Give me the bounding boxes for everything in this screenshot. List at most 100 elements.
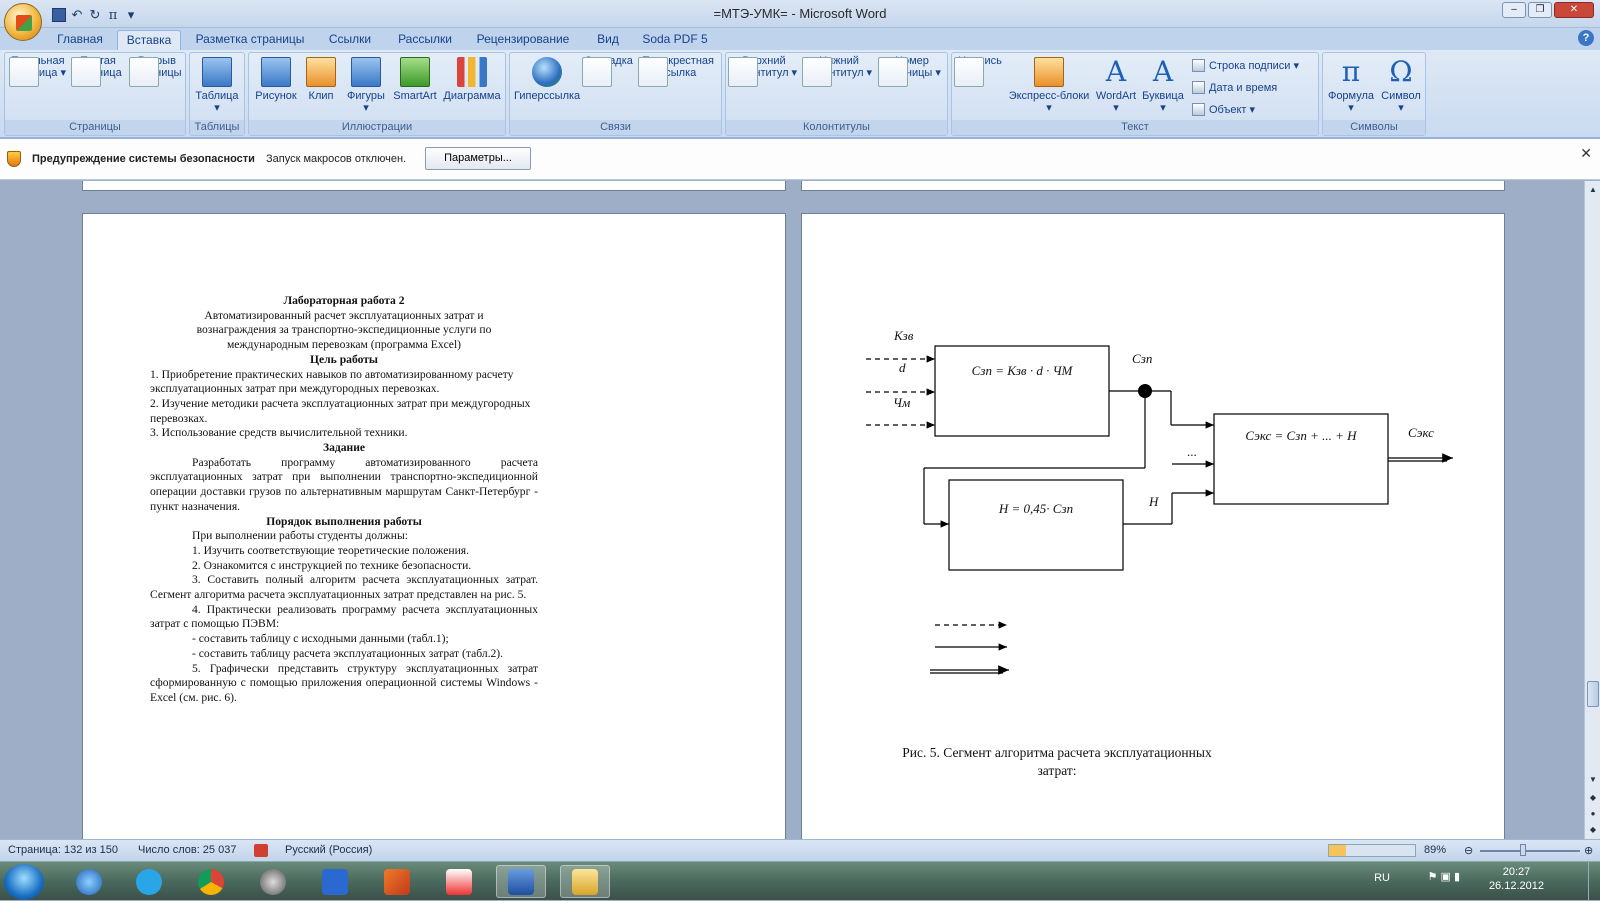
tab-review[interactable]: Рецензирование [472,30,574,50]
tab-references[interactable]: Ссылки [322,30,378,50]
language-indicator[interactable]: Русский (Россия) [285,844,372,856]
label-h: Н [1148,494,1159,509]
picture-button[interactable]: Рисунок [253,55,299,102]
input-label-kzv: Кзв [893,328,914,343]
order-item: - составить таблицу с исходными данными … [192,632,449,646]
show-desktop-button[interactable] [1588,862,1600,901]
object-button[interactable]: Объект ▾ [1192,103,1255,116]
signature-line-button[interactable]: Строка подписи ▾ [1192,59,1299,72]
group-label-tables: Таблицы [190,120,244,135]
order-intro: При выполнении работы студенты должны: [192,529,408,543]
zoom-level[interactable]: 89% [1424,844,1446,856]
chart-button[interactable]: Диаграмма [441,55,503,102]
hyperlink-button[interactable]: Гиперссылка [514,55,580,102]
bookmark-button[interactable]: Закладка [582,55,636,87]
object-icon [1192,103,1205,116]
taskbar-pdf[interactable] [434,865,484,898]
tab-view[interactable]: Вид [590,30,626,50]
symbol-button[interactable]: Ω Символ ▾ [1377,55,1425,115]
pi-icon: π [1341,55,1361,88]
tab-home[interactable]: Главная [48,30,112,50]
minimize-button[interactable]: – [1502,2,1526,18]
shapes-button[interactable]: Фигуры ▾ [343,55,389,114]
title-page-button[interactable]: Титульнаястраница ▾ [9,55,67,87]
scroll-down-icon[interactable]: ▼ [1587,775,1599,787]
status-bar: Страница: 132 из 150 Число слов: 25 037 … [0,839,1600,861]
taskbar-explorer[interactable] [560,865,610,898]
scroll-thumb[interactable] [1587,681,1599,707]
order-heading: Порядок выполнения работы [266,514,422,528]
lab-title: Лабораторная работа 2 [283,294,405,307]
taskbar-chrome[interactable] [186,865,236,898]
footer-button[interactable]: Нижний колонтитул ▾ [802,55,876,87]
quick-parts-button[interactable]: Экспресс-блоки ▾ [1006,55,1092,114]
group-label-header-footer: Колонтитулы [726,120,947,135]
close-icon[interactable]: ✕ [1580,145,1592,162]
maximize-button[interactable]: ❐ [1528,2,1552,18]
calendar-icon [1192,81,1205,94]
goal-item: 3. Использование средств вычислительной … [150,426,408,440]
close-button[interactable]: ✕ [1554,2,1594,18]
box-cost-wage [934,345,1110,437]
options-button[interactable]: Параметры... [425,147,531,170]
zoom-slider-thumb[interactable] [1520,844,1526,856]
dropcap-button[interactable]: A Буквица ▾ [1140,55,1186,115]
blank-page-button[interactable]: Пустаястраница [71,55,125,87]
tab-page-layout[interactable]: Разметка страницы [190,30,310,50]
omega-icon: Ω [1389,55,1413,88]
next-page-icon[interactable]: ◆ [1587,825,1599,837]
smartart-button[interactable]: SmartArt [389,55,441,102]
taskbar-matlab[interactable] [372,865,422,898]
tab-soda-pdf[interactable]: Soda PDF 5 [640,30,710,50]
info-icon [322,868,348,895]
word-count[interactable]: Число слов: 25 037 [138,844,236,856]
vertical-scrollbar[interactable]: ▲ ▼ ◆ ● ◆ [1584,181,1600,839]
taskbar-skype[interactable] [124,865,174,898]
group-text: Надпись▾ Экспресс-блоки▾ AWordArt▾ AБукв… [951,52,1319,136]
zoom-out-icon[interactable]: ⊖ [1464,844,1473,857]
tray-clock[interactable]: 20:27 26.12.2012 [1489,865,1544,893]
spellcheck-icon[interactable] [254,844,268,857]
lab-subtitle-1: Автоматизированный расчет эксплуатационн… [204,308,484,322]
scroll-up-icon[interactable]: ▲ [1587,185,1599,197]
lab-subtitle-2: вознаграждения за транспортно-экспедицио… [196,323,492,337]
table-button[interactable]: Таблица ▾ [192,55,242,114]
select-browse-icon[interactable]: ● [1587,809,1599,821]
page-counter[interactable]: Страница: 132 из 150 [8,844,118,856]
page-number-button[interactable]: Номер страницы ▾ [878,55,946,87]
office-button[interactable] [4,3,42,41]
document-area[interactable]: Лабораторная работа 2 Автоматизированный… [0,181,1584,839]
zoom-slider[interactable] [1480,850,1580,852]
security-title: Предупреждение системы безопасности [32,153,255,165]
taskbar-ie[interactable] [64,865,114,898]
datetime-button[interactable]: Дата и время [1192,81,1277,94]
prev-page-icon[interactable]: ◆ [1587,793,1599,805]
zoom-in-icon[interactable]: ⊕ [1584,844,1593,857]
tray-language[interactable]: RU [1374,872,1390,884]
taskbar-word[interactable] [496,865,546,898]
cross-reference-button[interactable]: Перекрестная ссылка [638,55,718,87]
group-label-text: Текст [952,120,1318,135]
tab-mailings[interactable]: Рассылки [392,30,458,50]
textbox-icon [954,57,984,87]
group-links: Гиперссылка Закладка Перекрестнаяссылка … [509,52,722,136]
wordart-icon: A [1105,55,1127,88]
task-heading: Задание [322,441,366,455]
ribbon: Титульнаястраница ▾ Пустаястраница Разры… [0,50,1600,138]
help-icon[interactable]: ? [1578,30,1594,46]
clip-button[interactable]: Клип [301,55,341,102]
wordart-button[interactable]: A WordArt ▾ [1092,55,1140,115]
equation-button[interactable]: π Формула ▾ [1325,55,1377,115]
taskbar-media[interactable] [248,865,298,898]
tab-insert[interactable]: Вставка [117,30,181,50]
start-button[interactable] [4,864,44,900]
page-break-button[interactable]: Разрывстраницы [129,55,185,87]
box-cost-wage-formula: Сзп = Кзв · d · ЧМ [972,363,1074,378]
view-buttons[interactable] [1328,844,1416,857]
header-button[interactable]: Верхний колонтитул ▾ [728,55,800,87]
tray-icons[interactable]: ⚑ ▣ ▮ [1428,870,1460,883]
taskbar-info[interactable] [310,865,360,898]
goal-item: 2. Изучение методики расчета эксплуатаци… [150,396,531,425]
textbox-button[interactable]: Надпись▾ [954,55,1006,87]
group-header-footer: Верхний колонтитул ▾ Нижний колонтитул ▾ Н… [725,52,948,136]
